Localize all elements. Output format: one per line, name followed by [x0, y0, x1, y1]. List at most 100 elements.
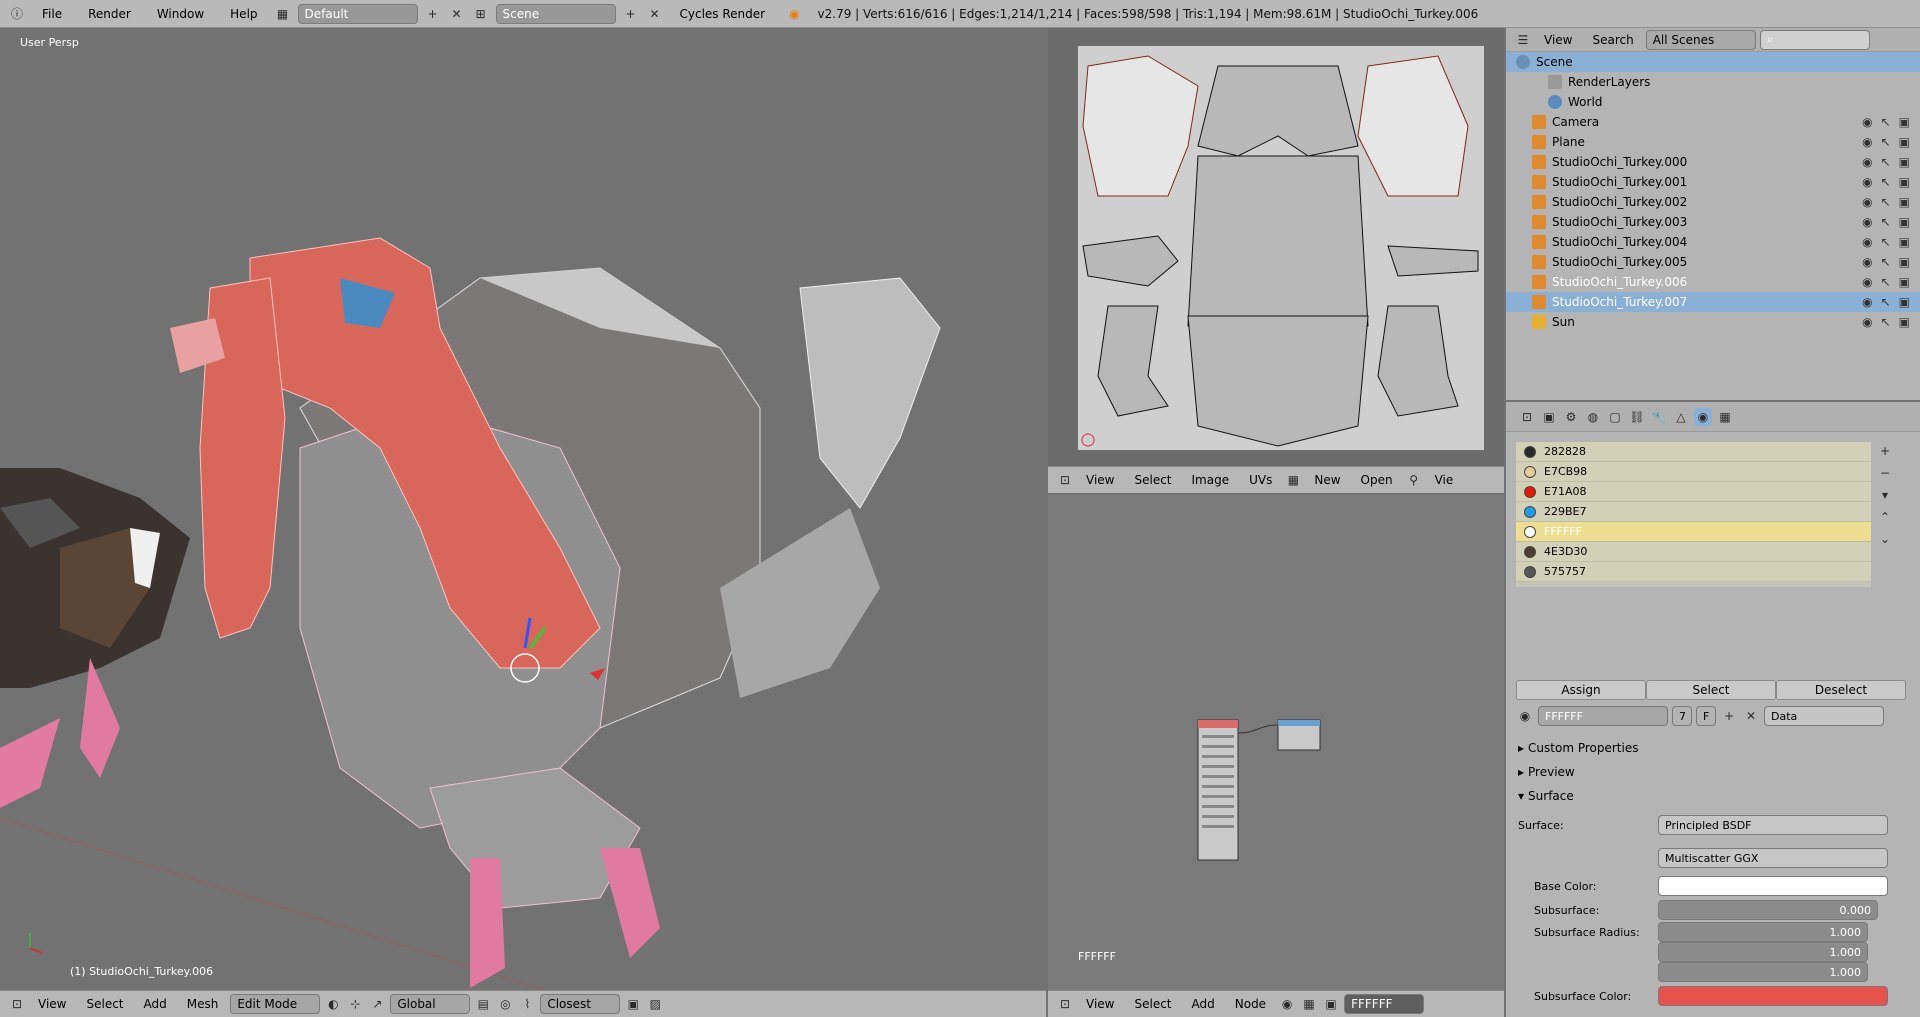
subsurface-color-swatch[interactable]	[1658, 986, 1888, 1006]
surface-shader-select[interactable]: Principled BSDF	[1658, 815, 1888, 835]
shading-icon[interactable]: ◐	[324, 995, 342, 1013]
3d-viewport[interactable]: User Persp (1) StudioOchi_Turkey.006	[0, 28, 1046, 990]
texture-icon[interactable]: ▦	[1300, 995, 1318, 1013]
remove-slot-icon[interactable]: −	[1876, 464, 1894, 482]
node-editor-type-icon[interactable]: ⊡	[1056, 995, 1074, 1013]
outliner-row[interactable]: RenderLayers	[1506, 72, 1920, 92]
camera-icon[interactable]: ▨	[646, 995, 664, 1013]
open-image-button[interactable]: Open	[1353, 473, 1401, 487]
layout-select[interactable]: Default	[297, 3, 418, 24]
select-arrow-icon[interactable]: ↖	[1881, 155, 1891, 169]
object-tab-icon[interactable]: ▢	[1606, 408, 1624, 426]
outliner-row[interactable]: StudioOchi_Turkey.007 ◉ ↖ ▣	[1506, 292, 1920, 312]
outliner-row[interactable]: World	[1506, 92, 1920, 112]
texture-tab-icon[interactable]: ▦	[1716, 408, 1734, 426]
render-toggle-icon[interactable]: ▣	[1899, 255, 1910, 269]
select-arrow-icon[interactable]: ↖	[1881, 175, 1891, 189]
render-toggle-icon[interactable]: ▣	[1899, 115, 1910, 129]
uv-menu-more[interactable]: Vie	[1427, 473, 1462, 487]
data-tab-icon[interactable]: △	[1672, 408, 1690, 426]
render-toggle-icon[interactable]: ▣	[1899, 155, 1910, 169]
snap-icon[interactable]: ⌇	[518, 995, 536, 1013]
material-slot[interactable]: 4E3D30	[1516, 542, 1871, 562]
outliner-row[interactable]: StudioOchi_Turkey.003 ◉ ↖ ▣	[1506, 212, 1920, 232]
mode-select[interactable]: Edit Mode	[230, 994, 321, 1014]
material-slot[interactable]: E7CB98	[1516, 462, 1871, 482]
eye-icon[interactable]: ◉	[1862, 315, 1872, 329]
close-scene-icon[interactable]: ✕	[646, 5, 664, 23]
eye-icon[interactable]: ◉	[1862, 135, 1872, 149]
render-tab-icon[interactable]: ▣	[1540, 408, 1558, 426]
select-arrow-icon[interactable]: ↖	[1881, 115, 1891, 129]
manipulator-icon[interactable]: ↗	[368, 995, 386, 1013]
compositing-icon[interactable]: ▣	[1322, 995, 1340, 1013]
render-toggle-icon[interactable]: ▣	[1899, 195, 1910, 209]
material-tab-icon[interactable]: ◉	[1694, 407, 1712, 426]
render-toggle-icon[interactable]: ▣	[1899, 275, 1910, 289]
render-toggle-icon[interactable]: ▣	[1899, 315, 1910, 329]
uv-editor-type-icon[interactable]: ⊡	[1056, 471, 1074, 489]
select-arrow-icon[interactable]: ↖	[1881, 255, 1891, 269]
menu-render[interactable]: Render	[78, 7, 141, 21]
select-arrow-icon[interactable]: ↖	[1881, 215, 1891, 229]
material-browse-icon[interactable]: ◉	[1516, 707, 1534, 725]
eye-icon[interactable]: ◉	[1862, 115, 1872, 129]
select-arrow-icon[interactable]: ↖	[1881, 135, 1891, 149]
uv-menu-uvs[interactable]: UVs	[1241, 473, 1280, 487]
eye-icon[interactable]: ◉	[1862, 235, 1872, 249]
uv-editor[interactable]	[1048, 28, 1504, 468]
slot-menu-icon[interactable]: ▾	[1876, 486, 1894, 504]
properties-type-icon[interactable]: ⊡	[1518, 408, 1536, 426]
eye-icon[interactable]: ◉	[1862, 255, 1872, 269]
outliner-row[interactable]: Camera ◉ ↖ ▣	[1506, 112, 1920, 132]
material-slot-list[interactable]: 282828 E7CB98 E71A08 229BE7 FFFFFF 4E3D30 5757…	[1516, 442, 1871, 587]
uv-menu-view[interactable]: View	[1078, 473, 1122, 487]
add-slot-icon[interactable]: +	[1876, 442, 1894, 460]
panel-surface[interactable]: ▾ Surface	[1506, 784, 1920, 808]
constraints-tab-icon[interactable]: ⛓	[1628, 408, 1646, 426]
engine-select[interactable]: Cycles Render	[670, 7, 780, 21]
shader-icon[interactable]: ◉	[1278, 995, 1296, 1013]
outliner-row-scene[interactable]: Scene	[1506, 52, 1920, 72]
pivot-icon[interactable]: ⊹	[346, 995, 364, 1013]
select-arrow-icon[interactable]: ↖	[1881, 195, 1891, 209]
material-slot[interactable]: 229BE7	[1516, 502, 1871, 522]
viewport-menu-add[interactable]: Add	[136, 997, 175, 1011]
link-select[interactable]: Data	[1764, 706, 1884, 726]
unlink-material-icon[interactable]: ✕	[1742, 707, 1760, 725]
world-tab-icon[interactable]: ◍	[1584, 408, 1602, 426]
fake-user-button[interactable]: F	[1696, 706, 1716, 726]
snap-select[interactable]: Closest	[540, 994, 621, 1014]
node-menu-add[interactable]: Add	[1184, 997, 1223, 1011]
render-toggle-icon[interactable]: ▣	[1899, 175, 1910, 189]
uv-canvas[interactable]	[1078, 46, 1484, 450]
scene-icon[interactable]: ⊞	[472, 5, 490, 23]
outliner-row[interactable]: StudioOchi_Turkey.001 ◉ ↖ ▣	[1506, 172, 1920, 192]
render-toggle-icon[interactable]: ▣	[1899, 135, 1910, 149]
new-image-button[interactable]: New	[1306, 473, 1348, 487]
outliner-row[interactable]: StudioOchi_Turkey.006 ◉ ↖ ▣	[1506, 272, 1920, 292]
outliner-row[interactable]: StudioOchi_Turkey.002 ◉ ↖ ▣	[1506, 192, 1920, 212]
base-color-swatch[interactable]	[1658, 876, 1888, 896]
select-button[interactable]: Select	[1646, 680, 1776, 700]
eye-icon[interactable]: ◉	[1862, 295, 1872, 309]
viewport-menu-select[interactable]: Select	[78, 997, 131, 1011]
eye-icon[interactable]: ◉	[1862, 155, 1872, 169]
close-layout-icon[interactable]: ✕	[448, 5, 466, 23]
proportional-icon[interactable]: ◎	[496, 995, 514, 1013]
select-arrow-icon[interactable]: ↖	[1881, 275, 1891, 289]
material-slot[interactable]: E71A08	[1516, 482, 1871, 502]
viewport-menu-mesh[interactable]: Mesh	[179, 997, 227, 1011]
panel-preview[interactable]: ▸ Preview	[1506, 760, 1920, 784]
info-icon[interactable]: ⓘ	[8, 5, 26, 23]
node-menu-node[interactable]: Node	[1227, 997, 1274, 1011]
select-arrow-icon[interactable]: ↖	[1881, 235, 1891, 249]
move-down-icon[interactable]: ⌄	[1876, 530, 1894, 548]
assign-button[interactable]: Assign	[1516, 680, 1646, 700]
orientation-select[interactable]: Global	[390, 994, 471, 1014]
render-icon[interactable]: ▣	[624, 995, 642, 1013]
outliner-search-input[interactable]: ⌕	[1759, 29, 1870, 50]
outliner-row[interactable]: StudioOchi_Turkey.004 ◉ ↖ ▣	[1506, 232, 1920, 252]
new-material-icon[interactable]: +	[1720, 707, 1738, 725]
material-name-field[interactable]: FFFFFF	[1538, 706, 1668, 726]
